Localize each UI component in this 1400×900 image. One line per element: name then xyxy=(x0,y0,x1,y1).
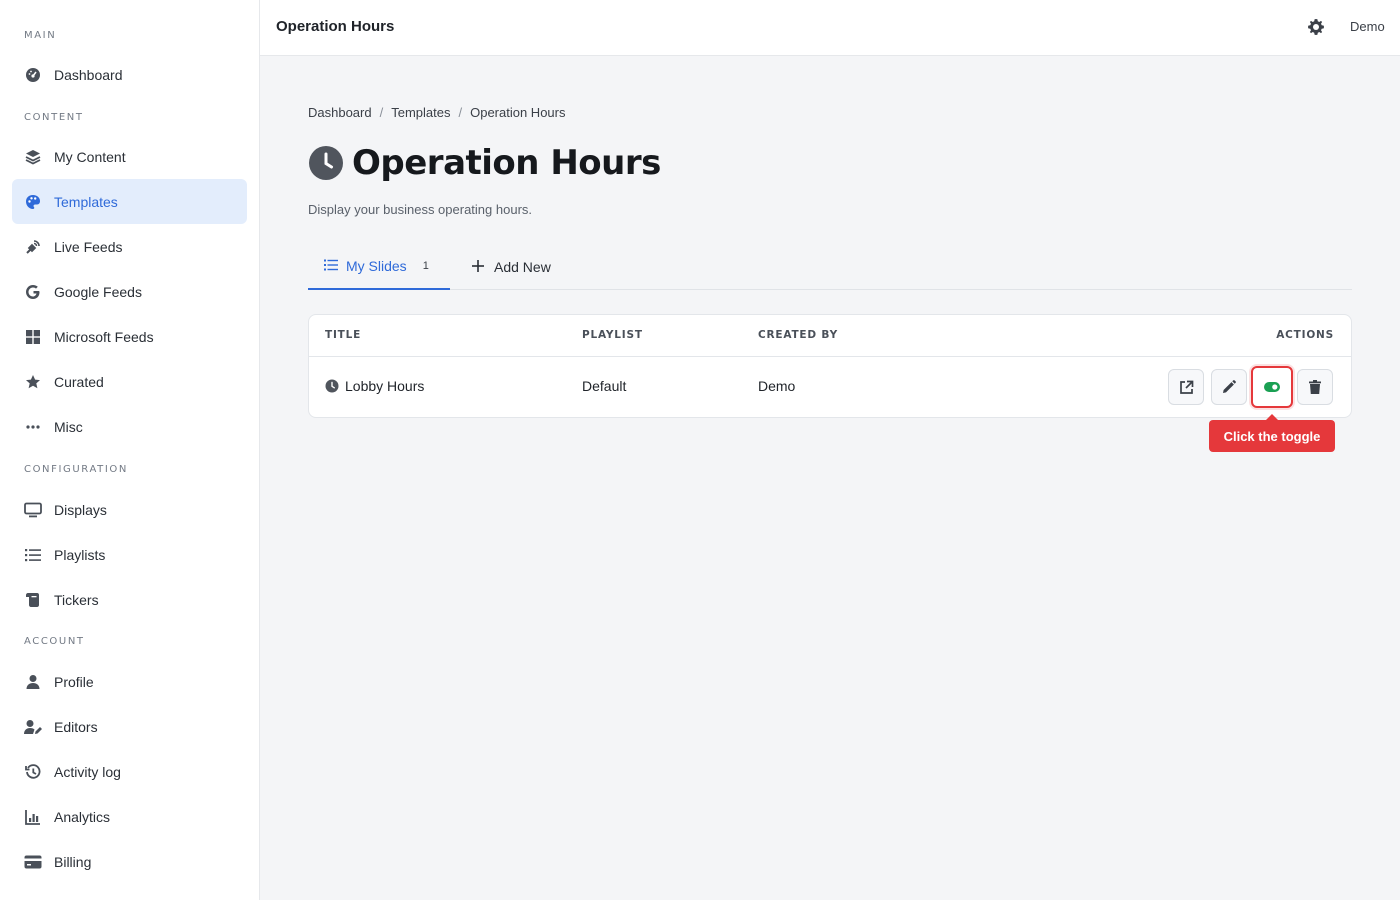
sidebar-item-label: Google Feeds xyxy=(54,283,142,300)
sidebar-item-label: Curated xyxy=(54,373,104,390)
sidebar-item-label: Analytics xyxy=(54,808,111,825)
sidebar-item-label: Editors xyxy=(54,718,98,735)
gear-icon[interactable] xyxy=(1306,17,1326,37)
tab-count-badge: 1 xyxy=(422,260,429,272)
sidebar-item-templates[interactable]: Templates xyxy=(12,179,247,224)
sidebar-item-microsoft-feeds[interactable]: Microsoft Feeds xyxy=(12,314,247,359)
breadcrumb-separator: / xyxy=(458,105,463,120)
user-icon xyxy=(24,673,42,691)
edit-button[interactable] xyxy=(1211,369,1247,405)
sidebar-item-label: Dashboard xyxy=(54,66,123,83)
column-header-actions: ACTIONS xyxy=(1276,329,1334,341)
breadcrumb-dashboard[interactable]: Dashboard xyxy=(308,105,372,120)
sidebar-item-label: Templates xyxy=(54,193,118,210)
breadcrumb-templates[interactable]: Templates xyxy=(391,105,450,120)
layers-icon xyxy=(24,148,42,166)
breadcrumb-current: Operation Hours xyxy=(470,105,566,120)
sidebar-item-displays[interactable]: Displays xyxy=(12,487,247,532)
google-icon xyxy=(24,283,42,301)
clock-icon xyxy=(308,145,344,181)
palette-icon xyxy=(24,193,42,211)
column-header-title: TITLE xyxy=(325,329,362,341)
sidebar-item-label: Microsoft Feeds xyxy=(54,328,154,345)
sidebar-item-label: Profile xyxy=(54,673,94,690)
sidebar-item-curated[interactable]: Curated xyxy=(12,359,247,404)
monitor-icon xyxy=(24,501,42,519)
sidebar-item-label: Tickers xyxy=(54,591,99,608)
sidebar-item-dashboard[interactable]: Dashboard xyxy=(12,52,247,97)
table-header: TITLE PLAYLIST CREATED BY ACTIONS xyxy=(309,315,1351,357)
delete-button[interactable] xyxy=(1297,369,1333,405)
sidebar-item-activity-log[interactable]: Activity log xyxy=(12,749,247,794)
star-icon xyxy=(24,373,42,391)
tab-bar: My Slides 1 Add New xyxy=(308,244,1352,290)
section-label-configuration: CONFIGURATION xyxy=(24,464,128,475)
sidebar-item-label: Activity log xyxy=(54,763,121,780)
sidebar-item-misc[interactable]: Misc xyxy=(12,404,247,449)
breadcrumb-separator: / xyxy=(379,105,384,120)
sidebar-item-playlists[interactable]: Playlists xyxy=(12,532,247,577)
history-icon xyxy=(24,763,42,781)
slides-table: TITLE PLAYLIST CREATED BY ACTIONS Lobby … xyxy=(308,314,1352,418)
topbar: Operation Hours Demo xyxy=(260,0,1400,56)
tab-add-new[interactable]: Add New xyxy=(472,244,551,290)
tooltip-click-toggle: Click the toggle xyxy=(1209,414,1335,452)
sidebar: MAIN Dashboard CONTENT My Content Templa… xyxy=(0,0,260,900)
sidebar-item-profile[interactable]: Profile xyxy=(12,659,247,704)
section-label-content: CONTENT xyxy=(24,112,84,123)
open-external-button[interactable] xyxy=(1168,369,1204,405)
ellipsis-icon xyxy=(24,418,42,436)
tab-my-slides[interactable]: My Slides 1 xyxy=(308,244,450,290)
scroll-icon xyxy=(24,591,42,609)
pencil-icon xyxy=(1223,380,1236,393)
page-subtitle: Display your business operating hours. xyxy=(308,202,533,217)
topbar-title: Operation Hours xyxy=(276,18,395,35)
chart-icon xyxy=(24,808,42,826)
user-menu[interactable]: Demo xyxy=(1350,19,1385,34)
breadcrumb: Dashboard / Templates / Operation Hours xyxy=(308,105,566,120)
column-header-created-by: CREATED BY xyxy=(758,329,839,341)
sidebar-item-analytics[interactable]: Analytics xyxy=(12,794,247,839)
tab-label: My Slides xyxy=(346,258,407,274)
column-header-playlist: PLAYLIST xyxy=(582,329,643,341)
plus-icon xyxy=(472,260,486,274)
section-label-account: ACCOUNT xyxy=(24,636,85,647)
sidebar-item-label: Billing xyxy=(54,853,92,870)
table-row: Lobby Hours Default Demo xyxy=(309,357,1351,417)
sidebar-item-tickers[interactable]: Tickers xyxy=(12,577,247,622)
clock-icon xyxy=(325,379,339,393)
section-label-main: MAIN xyxy=(24,30,57,41)
sidebar-item-billing[interactable]: Billing xyxy=(12,839,247,884)
row-playlist: Default xyxy=(582,378,627,394)
toggle-on-icon xyxy=(1264,382,1280,392)
sidebar-item-label: My Content xyxy=(54,148,126,165)
sidebar-item-label: Live Feeds xyxy=(54,238,123,255)
list-icon xyxy=(324,259,338,273)
windows-icon xyxy=(24,328,42,346)
sidebar-item-label: Misc xyxy=(54,418,83,435)
credit-card-icon xyxy=(24,853,42,871)
row-created-by: Demo xyxy=(758,378,796,394)
row-title-text: Lobby Hours xyxy=(345,378,425,394)
sidebar-item-my-content[interactable]: My Content xyxy=(12,134,247,179)
sidebar-item-label: Playlists xyxy=(54,546,106,563)
satellite-icon xyxy=(24,238,42,256)
row-title: Lobby Hours xyxy=(325,378,424,394)
enable-toggle[interactable] xyxy=(1251,366,1293,408)
sidebar-item-editors[interactable]: Editors xyxy=(12,704,247,749)
list-icon xyxy=(24,546,42,564)
user-edit-icon xyxy=(24,718,42,736)
external-link-icon xyxy=(1179,380,1193,394)
page-title-row: Operation Hours xyxy=(308,143,661,183)
page-title: Operation Hours xyxy=(352,143,661,183)
sidebar-item-label: Displays xyxy=(54,501,107,518)
dashboard-icon xyxy=(24,66,42,84)
sidebar-item-google-feeds[interactable]: Google Feeds xyxy=(12,269,247,314)
sidebar-item-live-feeds[interactable]: Live Feeds xyxy=(12,224,247,269)
trash-icon xyxy=(1309,380,1321,394)
tab-label: Add New xyxy=(494,259,551,275)
